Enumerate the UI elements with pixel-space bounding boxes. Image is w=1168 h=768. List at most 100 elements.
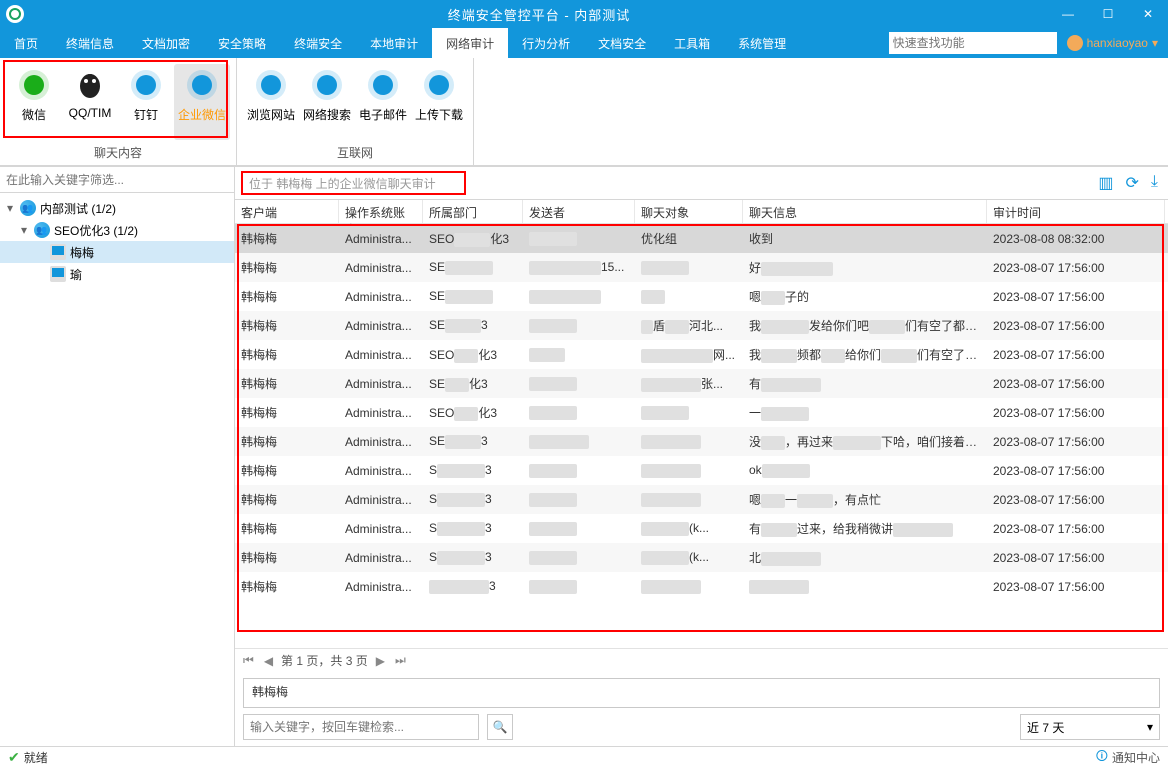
cell: 嗯 子的 (743, 288, 987, 305)
tool-wechat[interactable]: 微信 (6, 64, 62, 140)
menu-tab-7[interactable]: 行为分析 (508, 28, 584, 58)
menu-tab-2[interactable]: 文档加密 (128, 28, 204, 58)
tool-globe[interactable]: 浏览网站 (243, 64, 299, 140)
cell: Administra... (339, 348, 423, 362)
tool-wework[interactable]: 企业微信 (174, 64, 230, 140)
tool-mail[interactable]: 电子邮件 (355, 64, 411, 140)
cell: SE 3 (423, 434, 523, 449)
menu-tab-5[interactable]: 本地审计 (356, 28, 432, 58)
tree-node-3[interactable]: 瑜 (0, 263, 234, 285)
table-row[interactable]: 韩梅梅Administra...SEO 化3 网...我 频都 给你们 们有空了… (235, 340, 1168, 369)
tree-node-0[interactable]: ▾ 👥内部测试 (1/2) (0, 197, 234, 219)
user-icon (1067, 35, 1083, 51)
table-row[interactable]: 韩梅梅Administra...SE 嗯 子的2023-08-07 17:56:… (235, 282, 1168, 311)
tool-qq[interactable]: QQ/TIM (62, 64, 118, 140)
keyword-input[interactable] (243, 714, 479, 740)
table-row[interactable]: 韩梅梅Administra...S 3 (k...北 2023-08-07 17… (235, 543, 1168, 572)
cell (635, 463, 743, 478)
cell: 韩梅梅 (235, 462, 339, 479)
cell: 韩梅梅 (235, 404, 339, 421)
cell: 韩梅梅 (235, 346, 339, 363)
maximize-button[interactable]: ☐ (1088, 0, 1128, 28)
notify-label: 通知中心 (1112, 749, 1160, 766)
minimize-button[interactable]: — (1048, 0, 1088, 28)
user-menu[interactable]: hanxiaoyao ▾ (1057, 35, 1168, 51)
global-search[interactable] (889, 32, 1057, 54)
export-icon[interactable]: ⤓ (1151, 173, 1158, 193)
menu-tab-1[interactable]: 终端信息 (52, 28, 128, 58)
cell (523, 347, 635, 362)
global-search-input[interactable] (893, 36, 1053, 50)
table-row[interactable]: 韩梅梅Administra...S 3 嗯 一 ，有点忙2023-08-07 1… (235, 485, 1168, 514)
sidebar-filter-input[interactable] (0, 167, 234, 192)
col-4[interactable]: 聊天对象 (635, 200, 743, 223)
tool-label: 浏览网站 (247, 106, 295, 123)
tree-node-1[interactable]: ▾👥SEO优化3 (1/2) (0, 219, 234, 241)
menu-tab-10[interactable]: 系统管理 (724, 28, 800, 58)
col-2[interactable]: 所属部门 (423, 200, 523, 223)
cell (523, 550, 635, 565)
table-row[interactable]: 韩梅梅Administra...SE 化3 张...有 2023-08-07 1… (235, 369, 1168, 398)
columns-icon[interactable]: ▥ (1098, 173, 1113, 193)
table-row[interactable]: 韩梅梅Administra...SE 3 没 ，再过来 下哈，咱们接着沟通...… (235, 427, 1168, 456)
col-0[interactable]: 客户端 (235, 200, 339, 223)
table-row[interactable]: 韩梅梅Administra...S 3 (k...有 过来，给我稍微讲 2023… (235, 514, 1168, 543)
cell (523, 231, 635, 246)
cell: SE 化3 (423, 375, 523, 392)
cell: 2023-08-07 17:56:00 (987, 348, 1165, 362)
cell (635, 260, 743, 275)
cell (523, 521, 635, 536)
cell (635, 434, 743, 449)
window-title: 终端安全管控平台 - 内部测试 (30, 5, 1048, 24)
cell (523, 492, 635, 507)
date-range-label: 近 7 天 (1027, 719, 1064, 736)
globe-icon (254, 68, 288, 102)
cell: Administra... (339, 261, 423, 275)
cloud-icon (422, 68, 456, 102)
table-row[interactable]: 韩梅梅Administra...SEO 化3 一 2023-08-07 17:5… (235, 398, 1168, 427)
table-row[interactable]: 韩梅梅Administra...SE 15... 好 2023-08-07 17… (235, 253, 1168, 282)
table-row[interactable]: 韩梅梅Administra...SE 3 盾 河北...我 发给你们吧 们有空了… (235, 311, 1168, 340)
group-icon: 👥 (20, 200, 36, 216)
tool-search[interactable]: 网络搜索 (299, 64, 355, 140)
expand-icon: ▾ (4, 201, 16, 215)
tree-label: SEO优化3 (1/2) (54, 222, 138, 239)
tree-node-2[interactable]: 梅梅 (0, 241, 234, 263)
cell: 2023-08-08 08:32:00 (987, 232, 1165, 246)
menu-tab-4[interactable]: 终端安全 (280, 28, 356, 58)
date-range-select[interactable]: 近 7 天 ▾ (1020, 714, 1160, 740)
col-6[interactable]: 审计时间 (987, 200, 1165, 223)
notification-center[interactable]: 🛈 通知中心 (1096, 747, 1160, 768)
menu-tab-9[interactable]: 工具箱 (660, 28, 724, 58)
status-ok-icon: ✔ (8, 749, 20, 766)
refresh-icon[interactable]: ⟳ (1126, 173, 1139, 193)
menu-tab-8[interactable]: 文档安全 (584, 28, 660, 58)
cell: 韩梅梅 (235, 491, 339, 508)
pager-next-icon[interactable]: ▶ (374, 654, 387, 668)
col-5[interactable]: 聊天信息 (743, 200, 987, 223)
menu-tab-6[interactable]: 网络审计 (432, 28, 508, 58)
tool-cloud[interactable]: 上传下载 (411, 64, 467, 140)
cell (523, 318, 635, 333)
pager-last-icon[interactable]: ⏭ (393, 653, 408, 668)
host-icon (50, 244, 66, 260)
pager-prev-icon[interactable]: ◀ (262, 654, 275, 668)
tree-label: 内部测试 (1/2) (40, 200, 116, 217)
pager-first-icon[interactable]: ⏮ (241, 653, 256, 668)
table-row[interactable]: 韩梅梅Administra...S 3 ok 2023-08-07 17:56:… (235, 456, 1168, 485)
col-3[interactable]: 发送者 (523, 200, 635, 223)
table-row[interactable]: 韩梅梅Administra...SEO 化3 优化组收到2023-08-08 0… (235, 224, 1168, 253)
expand-icon: ▾ (18, 223, 30, 237)
close-button[interactable]: ✕ (1128, 0, 1168, 28)
tool-ding[interactable]: 钉钉 (118, 64, 174, 140)
table-row[interactable]: 韩梅梅Administra... 3 2023-08-07 17:56:00 (235, 572, 1168, 601)
cell: 韩梅梅 (235, 317, 339, 334)
keyword-search-button[interactable]: 🔍 (487, 714, 513, 740)
tree-label: 瑜 (70, 266, 82, 283)
wework-icon (185, 68, 219, 102)
menu-tab-0[interactable]: 首页 (0, 28, 52, 58)
tool-label: 微信 (22, 106, 46, 123)
menu-tab-3[interactable]: 安全策略 (204, 28, 280, 58)
col-1[interactable]: 操作系统账户 (339, 200, 423, 223)
cell: S 3 (423, 492, 523, 507)
